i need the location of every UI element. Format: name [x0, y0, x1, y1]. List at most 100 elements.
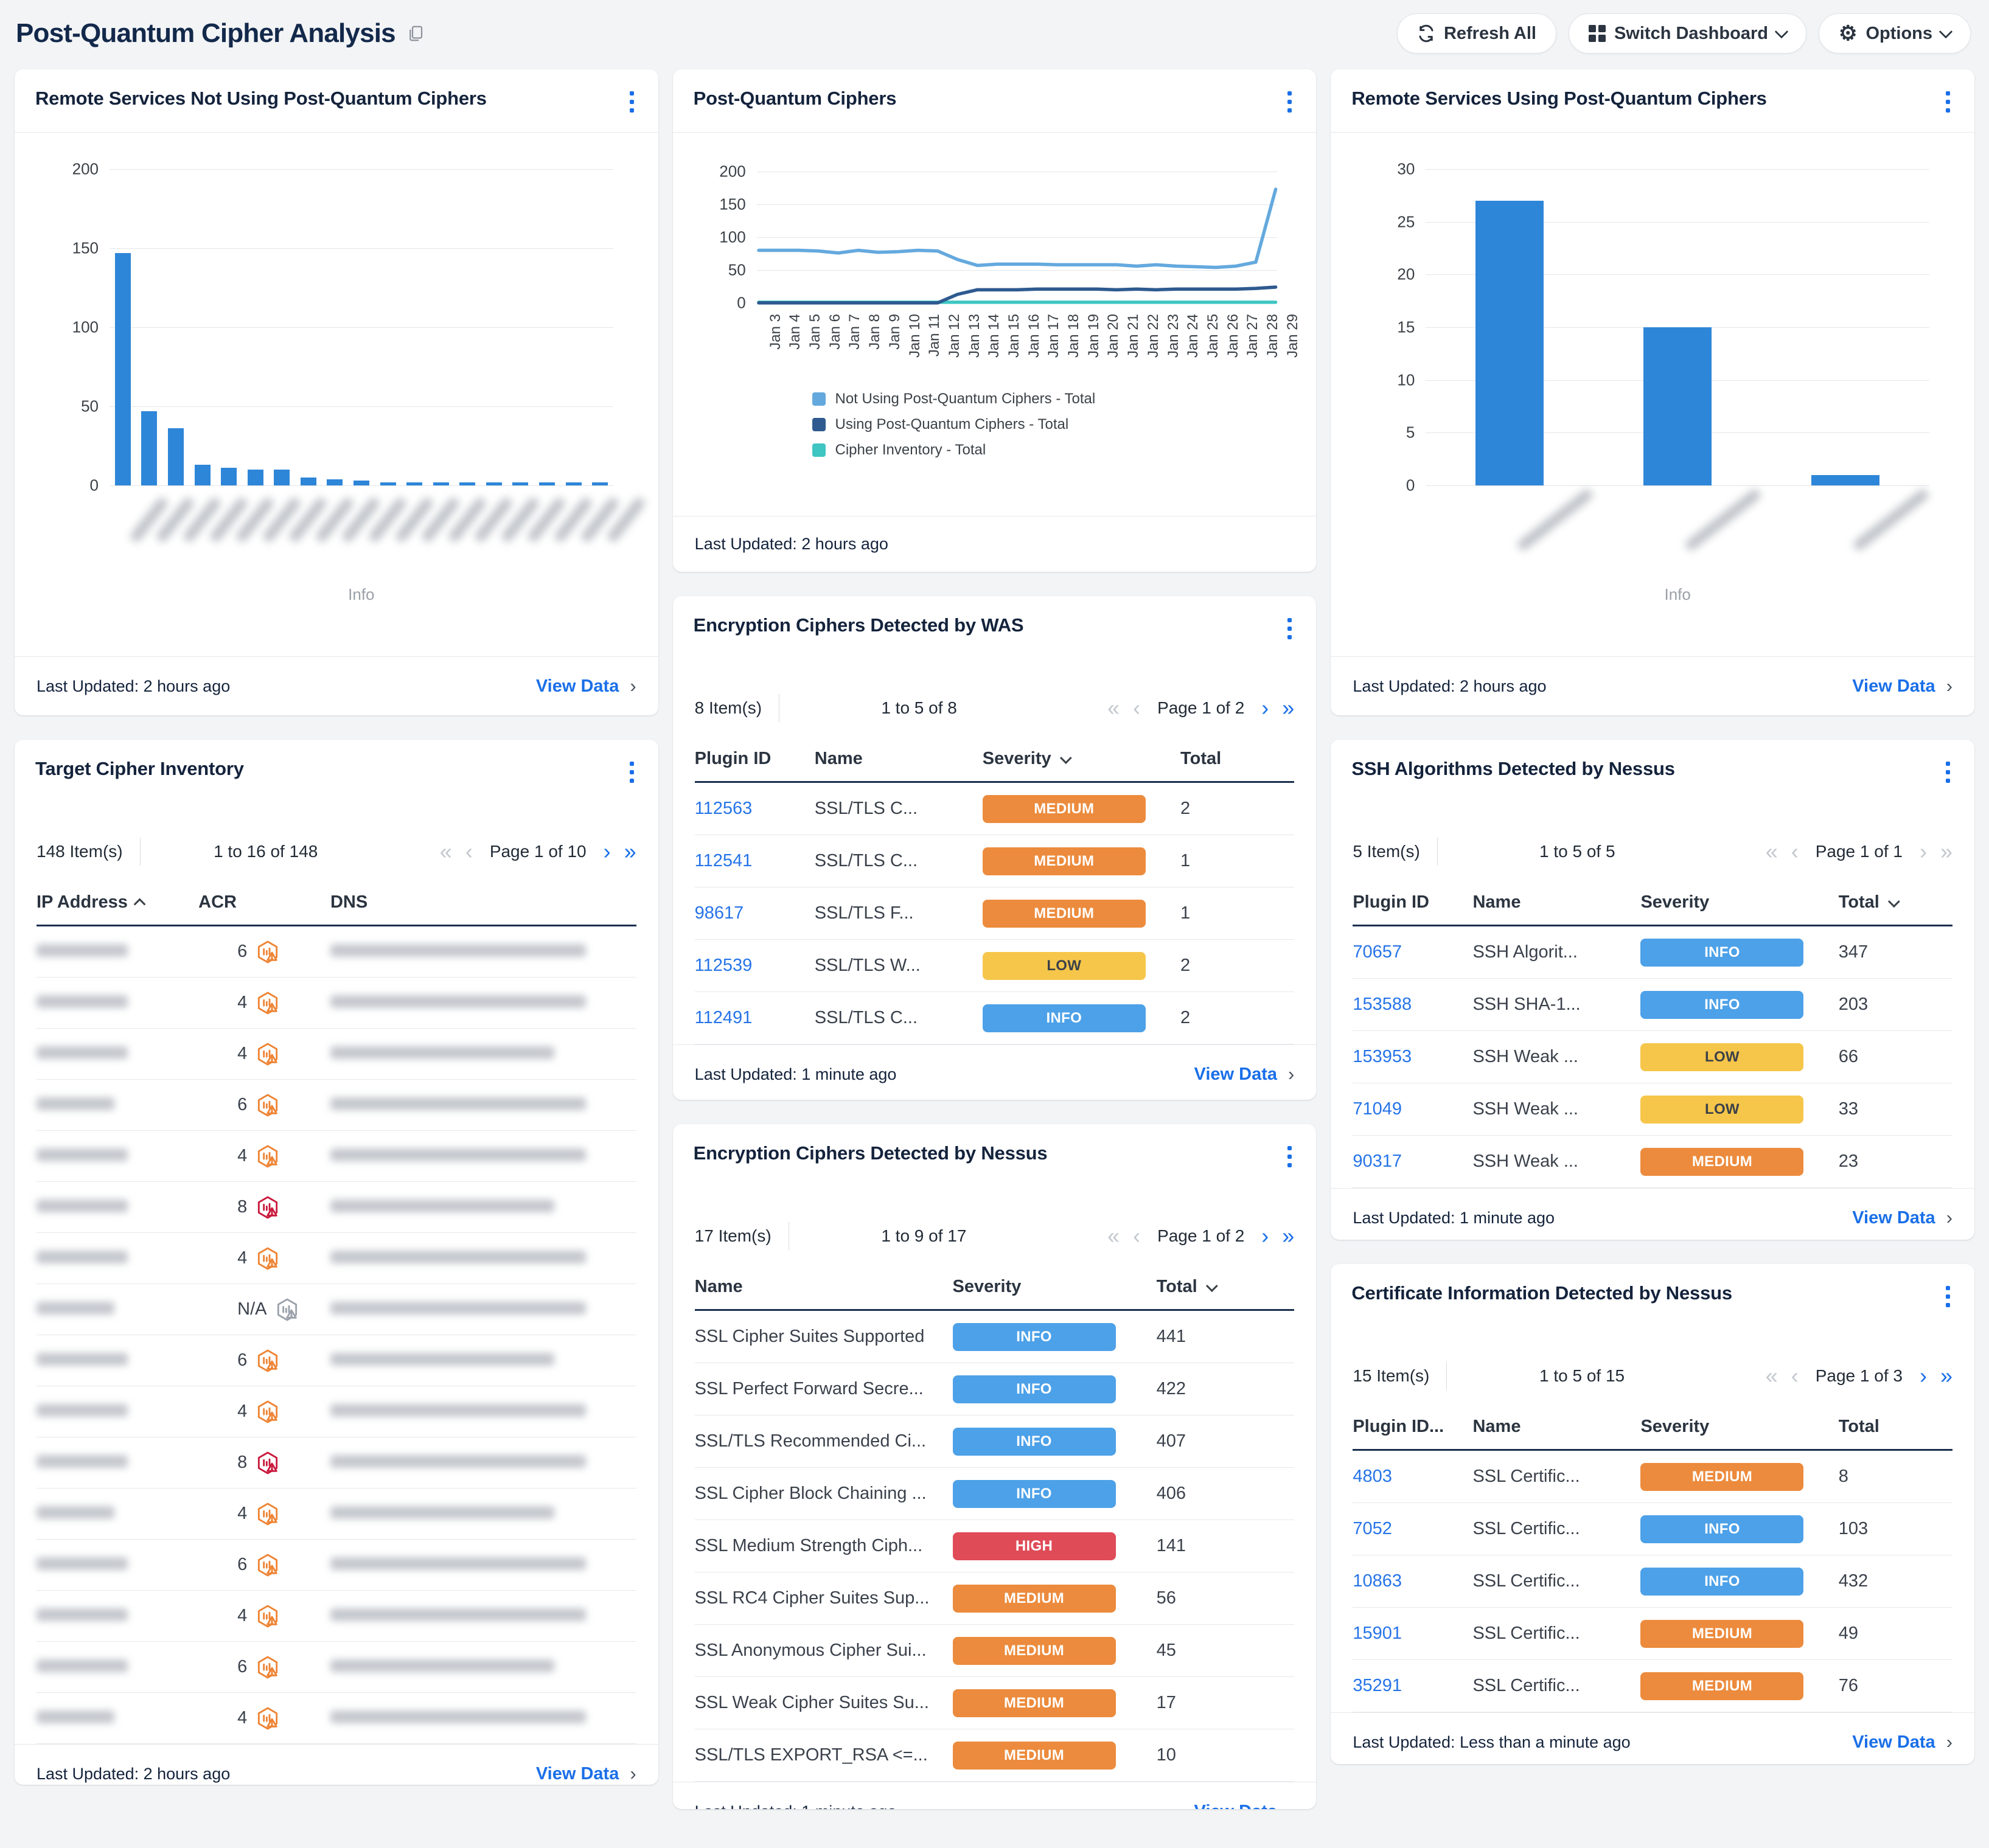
next-page-icon[interactable]: › — [1261, 697, 1269, 719]
first-page-icon[interactable]: « — [1766, 841, 1778, 863]
plugin-id-link[interactable]: 112541 — [695, 851, 753, 870]
plugin-id-link[interactable]: 4803 — [1353, 1467, 1392, 1486]
view-data-link[interactable]: View Data › — [1194, 1801, 1295, 1809]
column-header-ip[interactable]: IP Address — [37, 892, 198, 912]
column-header-name[interactable]: Name — [815, 749, 983, 769]
next-page-icon[interactable]: › — [1920, 841, 1927, 863]
acr-hexagon-warning-icon — [256, 1553, 280, 1577]
plugin-id-link[interactable]: 35291 — [1353, 1676, 1402, 1695]
first-page-icon[interactable]: « — [1766, 1365, 1778, 1387]
column-header-severity[interactable]: Severity — [1640, 892, 1838, 912]
acr-hexagon-warning-icon — [256, 1502, 280, 1526]
plugin-id-link[interactable]: 112539 — [695, 956, 753, 975]
column-header-name[interactable]: Name — [1472, 892, 1640, 912]
view-data-link[interactable]: View Data › — [1194, 1063, 1295, 1085]
kebab-menu-icon[interactable] — [622, 758, 641, 787]
total-count: 33 — [1839, 1099, 1952, 1119]
kebab-menu-icon[interactable] — [1938, 88, 1957, 116]
plugin-id-link[interactable]: 15901 — [1353, 1624, 1402, 1643]
column-header-total[interactable]: Total — [1180, 749, 1294, 769]
bar — [327, 479, 343, 485]
column-header-plugin-id[interactable]: Plugin ID — [695, 749, 815, 769]
plugin-id-link[interactable]: 7052 — [1353, 1519, 1392, 1538]
plugin-id-link[interactable]: 153953 — [1353, 1047, 1412, 1066]
kebab-menu-icon[interactable] — [1280, 614, 1299, 643]
table-row: SSL Medium Strength Ciph... HIGH 141 — [695, 1520, 1295, 1572]
last-page-icon[interactable]: » — [624, 841, 636, 863]
plugin-id-link[interactable]: 98617 — [695, 903, 744, 923]
column-header-acr[interactable]: ACR — [198, 892, 330, 912]
column-header-total[interactable]: Total — [1839, 1417, 1952, 1437]
next-page-icon[interactable]: › — [1920, 1365, 1927, 1387]
view-data-link[interactable]: View Data › — [1852, 1731, 1952, 1753]
column-header-total[interactable]: Total — [1157, 1277, 1295, 1297]
plugin-id-link[interactable]: 70657 — [1353, 942, 1402, 962]
first-page-icon[interactable]: « — [1107, 697, 1120, 719]
finding-name: SSH Algorit... — [1472, 942, 1640, 962]
column-header-name[interactable]: Name — [1472, 1417, 1640, 1437]
sort-desc-icon — [1060, 752, 1072, 764]
redacted-dns — [330, 1200, 554, 1212]
column-header-severity[interactable]: Severity — [983, 749, 1180, 769]
kebab-menu-icon[interactable] — [622, 88, 641, 116]
total-count: 103 — [1839, 1519, 1952, 1539]
redacted-ip — [37, 1046, 128, 1059]
prev-page-icon[interactable]: ‹ — [1791, 841, 1799, 863]
first-page-icon[interactable]: « — [1107, 1225, 1120, 1247]
bar — [141, 411, 157, 485]
last-page-icon[interactable]: » — [1940, 841, 1952, 863]
prev-page-icon[interactable]: ‹ — [465, 841, 473, 863]
last-updated: Last Updated: 2 hours ago — [37, 1765, 230, 1784]
column-header-dns[interactable]: DNS — [330, 892, 636, 912]
x-tick-label: Jan 28 — [1264, 314, 1281, 358]
kebab-menu-icon[interactable] — [1938, 758, 1957, 787]
plugin-id-link[interactable]: 90317 — [1353, 1152, 1402, 1171]
column-header-total[interactable]: Total — [1839, 892, 1952, 912]
switch-dashboard-button[interactable]: Switch Dashboard — [1569, 13, 1806, 54]
kebab-menu-icon[interactable] — [1280, 1142, 1299, 1171]
first-page-icon[interactable]: « — [440, 841, 452, 863]
column-header-severity[interactable]: Severity — [1640, 1417, 1838, 1437]
last-page-icon[interactable]: » — [1282, 697, 1294, 719]
kebab-menu-icon[interactable] — [1280, 88, 1299, 116]
panel-was-ciphers: Encryption Ciphers Detected by WAS 8 Ite… — [673, 596, 1317, 1100]
plugin-id-link[interactable]: 71049 — [1353, 1099, 1402, 1119]
x-tick-label: Jan 23 — [1165, 314, 1182, 358]
finding-name: SSL/TLS C... — [815, 799, 983, 819]
view-data-link[interactable]: View Data › — [1852, 675, 1952, 697]
plugin-id-link[interactable]: 112491 — [695, 1008, 753, 1027]
finding-name: SSL/TLS F... — [815, 903, 983, 923]
plugin-id-link[interactable]: 153588 — [1353, 995, 1412, 1014]
panel-nessus-ciphers: Encryption Ciphers Detected by Nessus 17… — [673, 1124, 1317, 1809]
column-header-name[interactable]: Name — [695, 1277, 953, 1297]
bar — [195, 465, 211, 485]
last-page-icon[interactable]: » — [1940, 1365, 1952, 1387]
plugin-id-link[interactable]: 10863 — [1353, 1571, 1402, 1591]
prev-page-icon[interactable]: ‹ — [1791, 1365, 1799, 1387]
prev-page-icon[interactable]: ‹ — [1133, 1225, 1140, 1247]
table-row: 35291 SSL Certific... MEDIUM 76 — [1353, 1660, 1952, 1712]
next-page-icon[interactable]: › — [1261, 1225, 1269, 1247]
refresh-all-button[interactable]: Refresh All — [1397, 13, 1556, 54]
prev-page-icon[interactable]: ‹ — [1133, 697, 1140, 719]
column-header-plugin-id[interactable]: Plugin ID... — [1353, 1417, 1472, 1437]
panel-target-cipher-inventory: Target Cipher Inventory 148 Item(s) 1 to… — [15, 740, 658, 1785]
view-data-link[interactable]: View Data › — [1852, 1207, 1952, 1229]
finding-name: SSL Cipher Block Chaining ... — [695, 1484, 953, 1504]
view-data-link[interactable]: View Data › — [536, 675, 636, 697]
options-button[interactable]: ⚙ Options — [1819, 13, 1971, 54]
column-header-plugin-id[interactable]: Plugin ID — [1353, 892, 1472, 912]
next-page-icon[interactable]: › — [604, 841, 611, 863]
kebab-menu-icon[interactable] — [1938, 1282, 1957, 1311]
plugin-id-link[interactable]: 112563 — [695, 799, 753, 818]
panel-title: Encryption Ciphers Detected by WAS — [694, 614, 1024, 636]
copy-icon[interactable] — [406, 24, 425, 43]
table-row: 4 — [37, 1386, 636, 1437]
legend-item: Not Using Post-Quantum Ciphers - Total — [812, 391, 1177, 408]
last-page-icon[interactable]: » — [1282, 1225, 1294, 1247]
redacted-ip — [37, 1148, 128, 1161]
finding-name: SSH SHA-1... — [1472, 995, 1640, 1015]
column-header-severity[interactable]: Severity — [953, 1277, 1157, 1297]
redacted-ip — [37, 1353, 128, 1366]
view-data-link[interactable]: View Data › — [536, 1763, 636, 1785]
